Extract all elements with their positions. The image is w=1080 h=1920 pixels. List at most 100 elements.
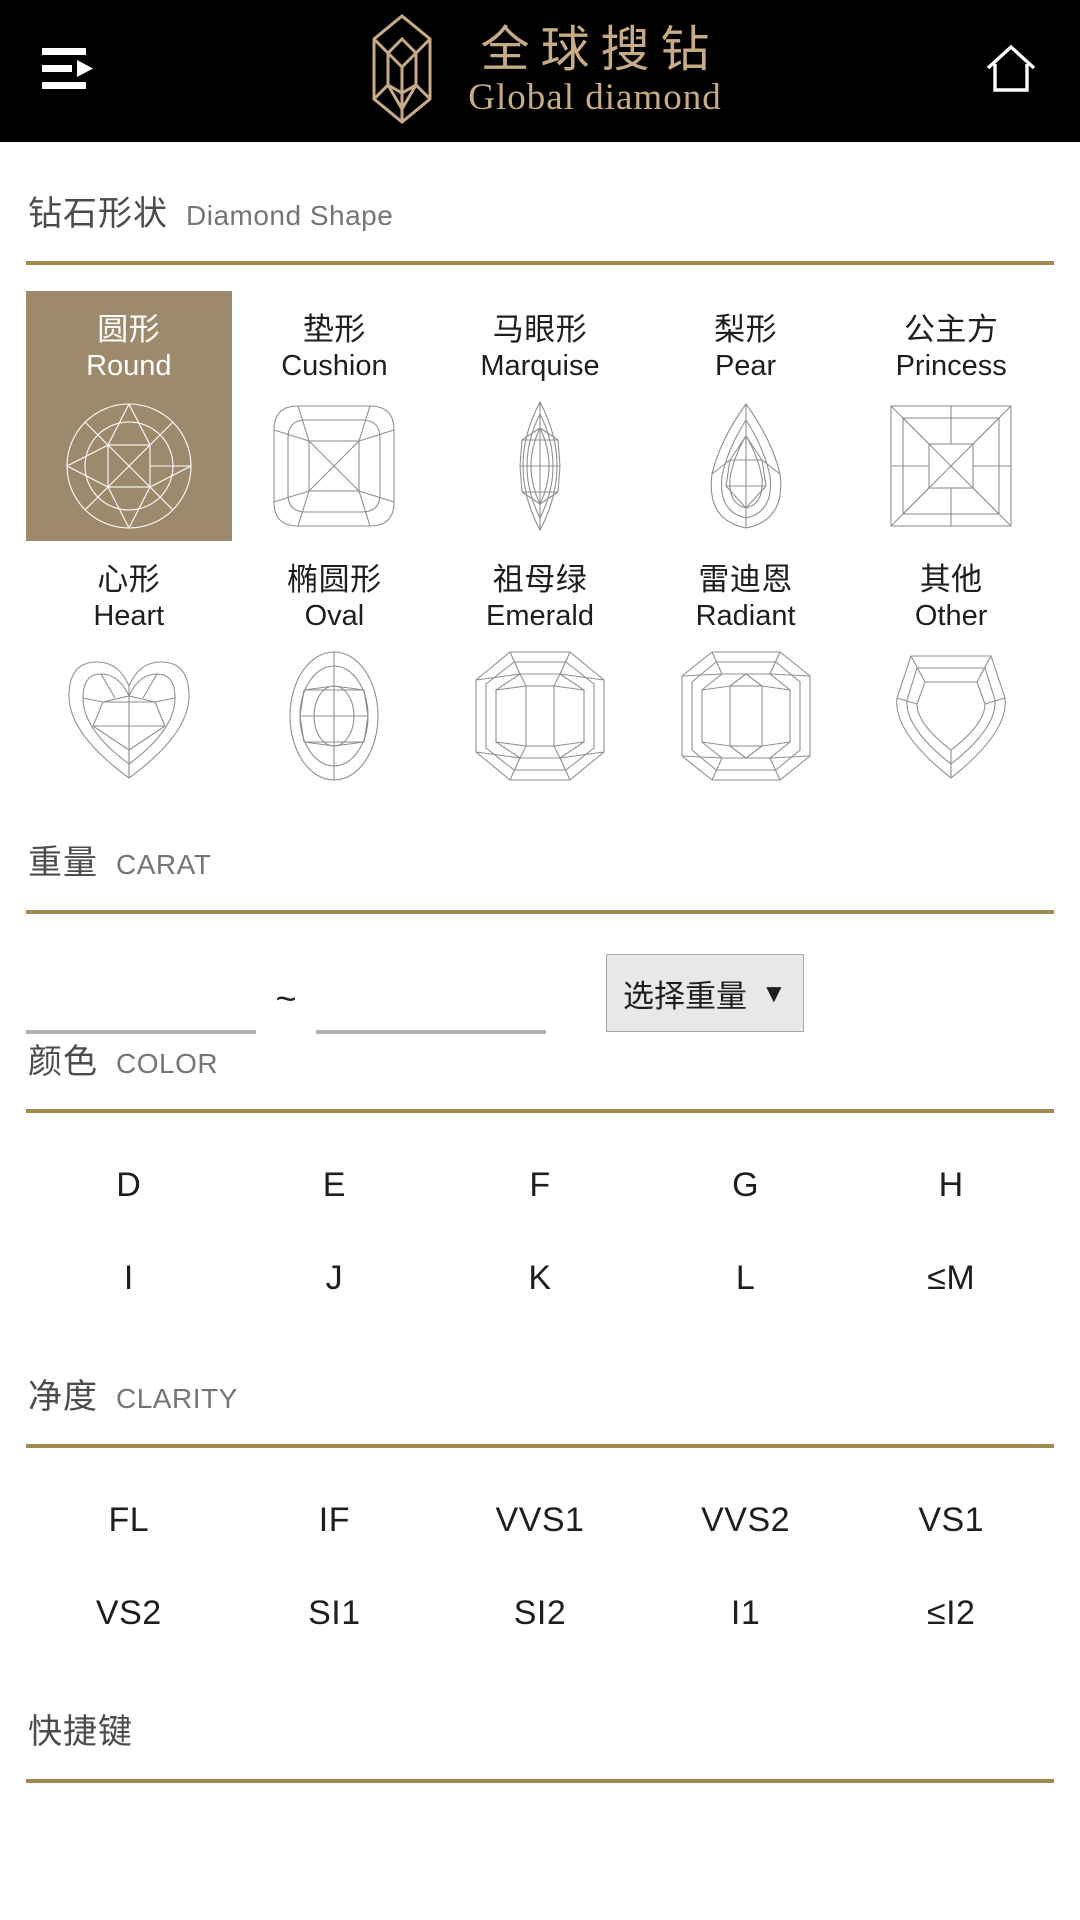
brand-title-en: Global diamond bbox=[468, 77, 722, 118]
shape-label-cn: 梨形 bbox=[714, 312, 778, 347]
carat-max-input[interactable] bbox=[316, 972, 546, 1034]
diamond-logo-icon bbox=[358, 13, 446, 130]
color-option-m[interactable]: ≤M bbox=[848, 1232, 1054, 1325]
hamburger-arrow-icon bbox=[40, 46, 98, 97]
shape-label-en: Other bbox=[914, 599, 988, 632]
color-option-e[interactable]: E bbox=[232, 1139, 438, 1232]
clarity-option-si1[interactable]: SI1 bbox=[232, 1567, 438, 1660]
clarity-option-vs2[interactable]: VS2 bbox=[26, 1567, 232, 1660]
color-option-g[interactable]: G bbox=[643, 1139, 849, 1232]
carat-title-cn: 重量 bbox=[28, 844, 98, 882]
carat-select-label: 选择重量 bbox=[623, 978, 747, 1014]
shape-option-heart[interactable]: 心形 Heart bbox=[26, 541, 232, 791]
cushion-shape-icon bbox=[264, 396, 404, 536]
menu-button[interactable] bbox=[40, 35, 112, 107]
clarity-option-vvs2[interactable]: VVS2 bbox=[643, 1474, 849, 1567]
shape-label-en: Pear bbox=[714, 349, 777, 382]
heart-shape-icon bbox=[59, 646, 199, 786]
app-header: 全球搜钻 Global diamond bbox=[0, 0, 1080, 142]
shape-option-princess[interactable]: 公主方 Princess bbox=[848, 291, 1054, 541]
clarity-title-cn: 净度 bbox=[28, 1378, 98, 1416]
brand-text: 全球搜钻 Global diamond bbox=[468, 23, 722, 118]
shape-option-marquise[interactable]: 马眼形 Marquise bbox=[437, 291, 643, 541]
shape-option-emerald[interactable]: 祖母绿 Emerald bbox=[437, 541, 643, 791]
shape-label-en: Oval bbox=[304, 599, 365, 632]
diamond-filter-screen: 全球搜钻 Global diamond 钻石形状 Diamond Shape 圆… bbox=[0, 0, 1080, 1920]
shortcut-title-cn: 快捷键 bbox=[28, 1713, 133, 1751]
color-option-f[interactable]: F bbox=[437, 1139, 643, 1232]
clarity-option-i2[interactable]: ≤I2 bbox=[848, 1567, 1054, 1660]
color-title-en: COLOR bbox=[116, 1048, 219, 1079]
shape-label-cn: 椭圆形 bbox=[287, 562, 382, 597]
shape-label-cn: 祖母绿 bbox=[492, 562, 588, 597]
clarity-option-vs1[interactable]: VS1 bbox=[848, 1474, 1054, 1567]
round-shape-icon bbox=[59, 396, 199, 536]
shape-label-cn: 垫形 bbox=[302, 312, 366, 347]
carat-select-dropdown[interactable]: 选择重量 ▼ bbox=[606, 954, 804, 1032]
shape-section-header: 钻石形状 Diamond Shape bbox=[0, 186, 1080, 235]
shape-option-pear[interactable]: 梨形 Pear bbox=[643, 291, 849, 541]
shape-label-cn: 公主方 bbox=[903, 312, 999, 347]
shape-label-en: Heart bbox=[93, 599, 165, 632]
shape-title-en: Diamond Shape bbox=[186, 200, 394, 231]
shape-label-en: Radiant bbox=[695, 599, 796, 632]
carat-range-separator: ~ bbox=[275, 978, 297, 1019]
shape-label-cn: 心形 bbox=[97, 562, 161, 597]
carat-title-en: CARAT bbox=[116, 849, 212, 880]
carat-section-header: 重量 CARAT bbox=[0, 835, 1080, 884]
clarity-option-vvs1[interactable]: VVS1 bbox=[437, 1474, 643, 1567]
clarity-grade-grid: FL IF VVS1 VVS2 VS1 VS2 SI1 SI2 I1 ≤I2 bbox=[0, 1474, 1080, 1660]
clarity-section-header: 净度 CLARITY bbox=[0, 1369, 1080, 1418]
home-button[interactable] bbox=[968, 35, 1040, 107]
carat-range-row: ~ 选择重量 ▼ bbox=[0, 914, 1080, 1034]
carat-min-input[interactable] bbox=[26, 972, 256, 1034]
color-option-k[interactable]: K bbox=[437, 1232, 643, 1325]
clarity-option-fl[interactable]: FL bbox=[26, 1474, 232, 1567]
clarity-option-i1[interactable]: I1 bbox=[643, 1567, 849, 1660]
shape-option-other[interactable]: 其他 Other bbox=[848, 541, 1054, 791]
chevron-down-icon: ▼ bbox=[761, 977, 787, 1008]
pear-shape-icon bbox=[676, 396, 816, 536]
shape-label-cn: 其他 bbox=[919, 562, 983, 597]
shape-option-oval[interactable]: 椭圆形 Oval bbox=[232, 541, 438, 791]
clarity-option-si2[interactable]: SI2 bbox=[437, 1567, 643, 1660]
radiant-shape-icon bbox=[676, 646, 816, 786]
clarity-option-if[interactable]: IF bbox=[232, 1474, 438, 1567]
color-option-d[interactable]: D bbox=[26, 1139, 232, 1232]
other-shape-icon bbox=[881, 646, 1021, 786]
brand-lockup: 全球搜钻 Global diamond bbox=[0, 0, 1080, 142]
shape-option-radiant[interactable]: 雷迪恩 Radiant bbox=[643, 541, 849, 791]
color-section-header: 颜色 COLOR bbox=[0, 1034, 1080, 1083]
shortcut-section-divider bbox=[26, 1779, 1054, 1783]
shape-option-cushion[interactable]: 垫形 Cushion bbox=[232, 291, 438, 541]
shape-label-en: Princess bbox=[895, 349, 1007, 382]
shape-title-cn: 钻石形状 bbox=[28, 195, 168, 233]
shape-label-en: Round bbox=[86, 349, 172, 382]
shape-label-en: Emerald bbox=[485, 599, 594, 632]
color-option-l[interactable]: L bbox=[643, 1232, 849, 1325]
home-icon bbox=[982, 40, 1040, 103]
emerald-shape-icon bbox=[470, 646, 610, 786]
shape-label-cn: 圆形 bbox=[97, 312, 161, 347]
color-option-h[interactable]: H bbox=[848, 1139, 1054, 1232]
brand-title-cn: 全球搜钻 bbox=[480, 23, 721, 77]
color-option-j[interactable]: J bbox=[232, 1232, 438, 1325]
shape-option-round[interactable]: 圆形 Round bbox=[26, 291, 232, 541]
shortcut-section-header: 快捷键 bbox=[0, 1704, 1080, 1753]
color-option-i[interactable]: I bbox=[26, 1232, 232, 1325]
shape-label-cn: 雷迪恩 bbox=[698, 562, 793, 597]
princess-shape-icon bbox=[881, 396, 1021, 536]
color-grade-grid: D E F G H I J K L ≤M bbox=[0, 1139, 1080, 1325]
shape-label-en: Marquise bbox=[480, 349, 600, 382]
shape-label-cn: 马眼形 bbox=[492, 312, 588, 347]
